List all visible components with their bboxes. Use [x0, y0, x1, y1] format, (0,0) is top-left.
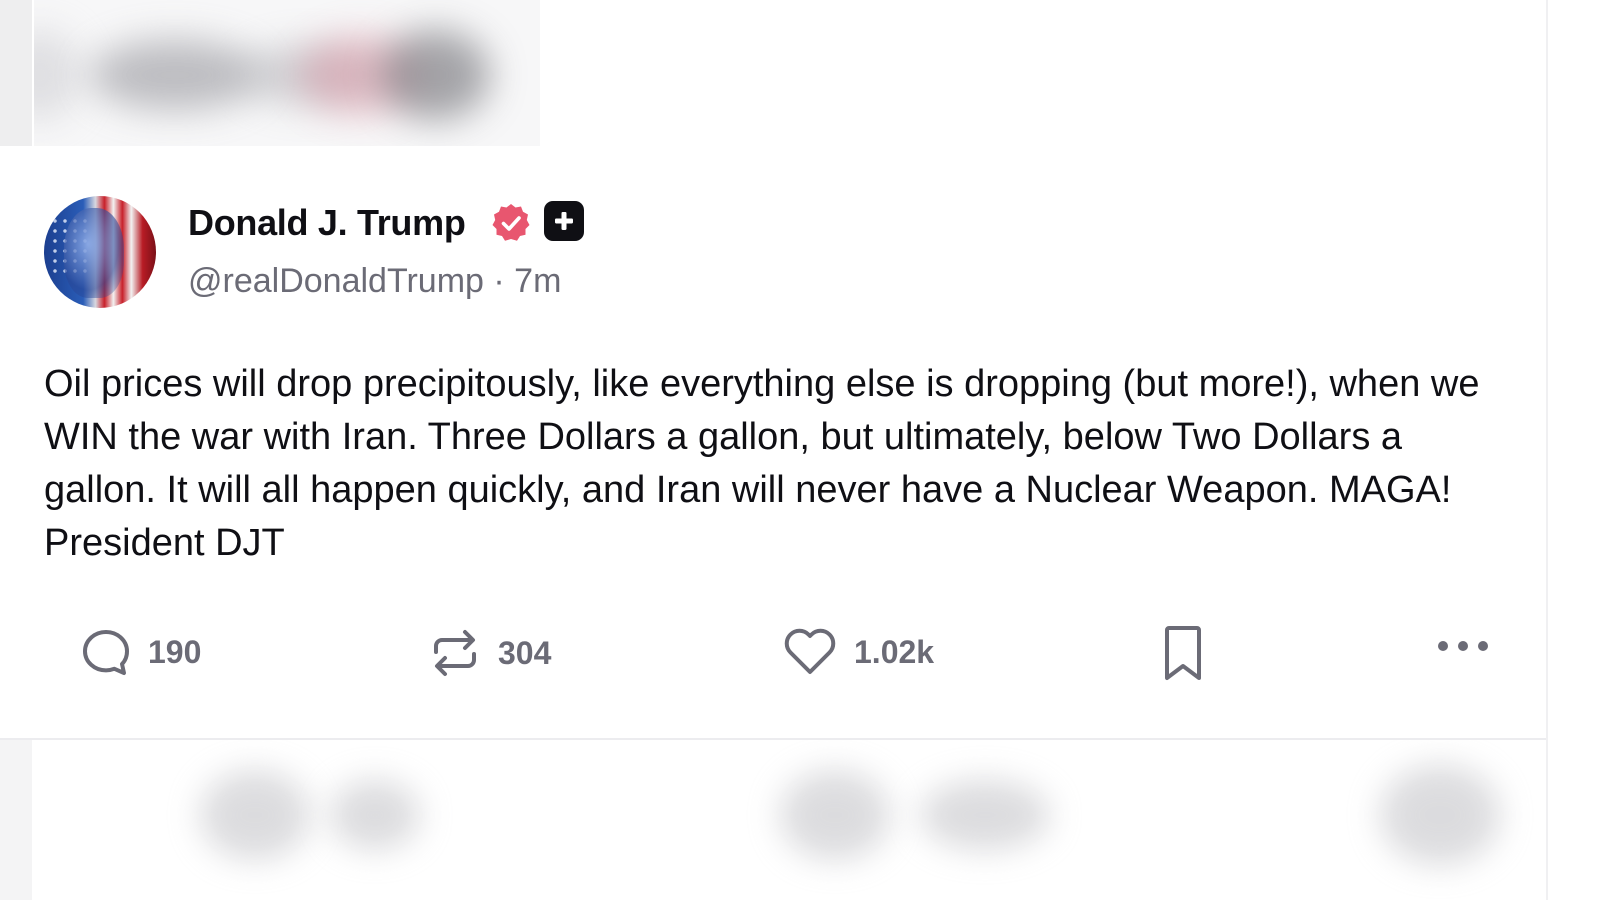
- post-card: Donald J. Trump @realDonaldTrump · 7m Oi…: [0, 146, 1546, 752]
- heart-icon: [784, 628, 836, 674]
- post-timestamp[interactable]: 7m: [514, 262, 561, 300]
- bookmark-icon: [1165, 626, 1201, 680]
- repost-count: 304: [498, 634, 552, 671]
- more-options-button[interactable]: [1436, 638, 1490, 654]
- blurred-header-region: [0, 0, 1600, 146]
- post-actions-bar: 190 304 1.02k: [0, 616, 1546, 696]
- verified-check-icon: [492, 204, 530, 241]
- plus-square-icon: [544, 201, 584, 241]
- repost-button[interactable]: 304: [428, 626, 551, 680]
- more-horizontal-icon: [1438, 641, 1488, 651]
- blurred-footer-region: [0, 740, 1546, 900]
- bookmark-button[interactable]: [1160, 624, 1206, 684]
- repost-icon: [434, 630, 476, 676]
- reply-count: 190: [148, 633, 202, 670]
- right-border: [1546, 0, 1548, 900]
- reply-button[interactable]: 190: [80, 626, 201, 678]
- like-count: 1.02k: [854, 633, 935, 670]
- post-body-text: Oil prices will drop precipitously, like…: [44, 363, 1480, 564]
- comment-icon: [83, 630, 129, 675]
- author-name[interactable]: Donald J. Trump: [188, 202, 466, 244]
- like-button[interactable]: 1.02k: [782, 626, 934, 678]
- screen: Donald J. Trump @realDonaldTrump · 7m Oi…: [0, 0, 1600, 900]
- author-handle[interactable]: @realDonaldTrump: [188, 262, 484, 300]
- handle-and-time: @realDonaldTrump · 7m: [188, 262, 561, 301]
- separator-dot: ·: [493, 262, 505, 300]
- avatar[interactable]: [44, 196, 156, 308]
